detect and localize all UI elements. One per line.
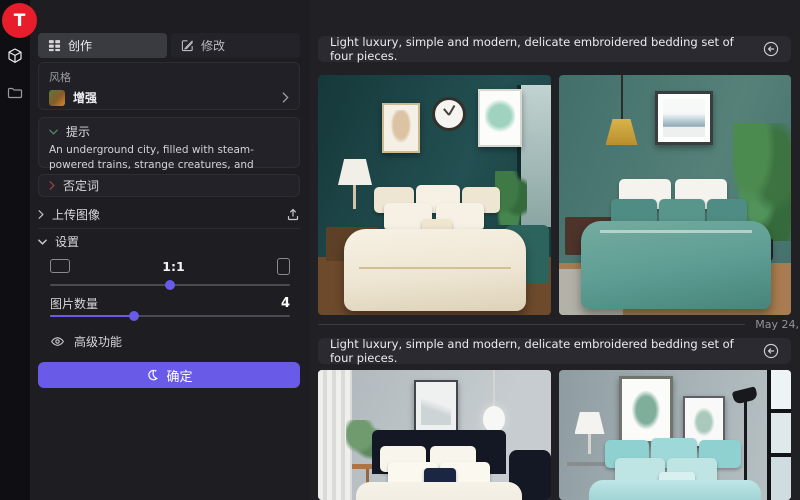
app-rail: T xyxy=(0,0,30,500)
duvet xyxy=(356,482,522,500)
lamp-stem xyxy=(353,185,356,209)
reuse-prompt-icon[interactable] xyxy=(763,343,779,359)
magic-moon-icon xyxy=(145,368,159,382)
result-caption: Light luxury, simple and modern, delicat… xyxy=(330,35,749,63)
eye-icon xyxy=(50,334,65,349)
lamp-cord xyxy=(621,75,623,121)
white-pendant-lamp xyxy=(483,406,505,432)
wall-clock xyxy=(432,97,466,131)
window xyxy=(767,370,791,500)
art-print xyxy=(485,96,515,140)
image-count-label: 图片数量 xyxy=(50,295,281,312)
negative-words-section[interactable]: 否定词 xyxy=(38,174,300,197)
wall-art xyxy=(414,380,458,432)
tab-create-label: 创作 xyxy=(68,37,92,54)
chevron-down-icon xyxy=(38,239,47,245)
results-area: Light luxury, simple and modern, delicat… xyxy=(310,0,800,500)
aspect-ratio-slider[interactable] xyxy=(50,280,290,290)
art-print xyxy=(628,385,664,435)
style-section[interactable]: 风格 增强 xyxy=(38,62,300,110)
chevron-right-icon xyxy=(38,210,44,219)
upload-image-section[interactable]: 上传图像 xyxy=(38,203,300,225)
wall-art-leaf xyxy=(478,89,522,147)
image-row xyxy=(318,370,791,500)
divider xyxy=(318,324,745,325)
count-slider-thumb[interactable] xyxy=(129,311,139,321)
image-count-value: 4 xyxy=(281,296,290,311)
generated-image-3[interactable] xyxy=(318,370,551,500)
advanced-features-row[interactable]: 高级功能 xyxy=(50,333,122,350)
avatar[interactable]: T xyxy=(2,3,37,38)
date-label: May 24, xyxy=(755,318,800,331)
aspect-ratio-row: 1:1 xyxy=(50,255,290,277)
chevron-down-icon xyxy=(49,129,58,135)
upload-icon[interactable] xyxy=(286,207,300,221)
settings-label: 设置 xyxy=(55,233,79,250)
wall-art-abstract xyxy=(655,91,713,145)
advanced-features-label: 高级功能 xyxy=(74,333,122,350)
style-value: 增强 xyxy=(73,89,274,106)
duvet xyxy=(581,221,771,309)
prompt-section[interactable]: 提示 An underground city, filled with stea… xyxy=(38,117,300,168)
landscape-ratio-icon[interactable] xyxy=(50,259,70,273)
image-count-slider[interactable] xyxy=(50,311,290,321)
settings-section-header[interactable]: 设置 xyxy=(38,233,79,250)
reuse-prompt-icon[interactable] xyxy=(763,41,779,57)
wall-art-leaf xyxy=(619,376,673,444)
result-caption-bar: Light luxury, simple and modern, delicat… xyxy=(318,36,791,62)
duvet xyxy=(589,480,761,500)
edit-pencil-icon xyxy=(181,39,194,52)
chevron-right-icon xyxy=(49,181,55,190)
art-print xyxy=(389,110,413,146)
art-print xyxy=(421,387,451,425)
date-divider-row: May 24, xyxy=(318,316,800,332)
art-print xyxy=(663,99,705,137)
art-print xyxy=(690,403,718,441)
divider xyxy=(38,228,300,229)
portrait-ratio-icon[interactable] xyxy=(277,258,290,275)
style-label: 风格 xyxy=(49,69,289,85)
tab-modify-label: 修改 xyxy=(201,37,225,54)
result-caption: Light luxury, simple and modern, delicat… xyxy=(330,337,749,365)
aspect-ratio-value: 1:1 xyxy=(162,259,184,274)
generated-image-4[interactable] xyxy=(559,370,792,500)
generated-image-1[interactable] xyxy=(318,75,551,315)
confirm-button-label: 确定 xyxy=(166,366,192,385)
generated-image-2[interactable] xyxy=(559,75,792,315)
lamp-stem xyxy=(588,434,591,454)
aspect-slider-thumb[interactable] xyxy=(165,280,175,290)
tab-create[interactable]: 创作 xyxy=(38,33,167,58)
prompt-label: 提示 xyxy=(66,123,90,140)
tab-modify[interactable]: 修改 xyxy=(171,33,300,58)
result-caption-bar: Light luxury, simple and modern, delicat… xyxy=(318,338,791,364)
duvet xyxy=(344,229,526,311)
grid-icon xyxy=(48,39,61,52)
generation-panel: 创作 修改 风格 增强 提示 An underground city, fill… xyxy=(30,0,310,500)
cube-3d-icon[interactable] xyxy=(6,47,24,65)
wall-art-feather xyxy=(382,103,420,153)
side-table xyxy=(567,462,611,466)
upload-image-label: 上传图像 xyxy=(52,206,278,223)
lamp-cord xyxy=(493,370,495,408)
count-slider-fill xyxy=(50,315,134,317)
confirm-button[interactable]: 确定 xyxy=(38,362,300,388)
mode-tabs: 创作 修改 xyxy=(38,33,300,58)
style-thumbnail xyxy=(49,90,65,106)
folder-icon[interactable] xyxy=(6,84,24,102)
image-count-row: 图片数量 4 xyxy=(50,295,290,312)
negative-words-label: 否定词 xyxy=(63,177,99,194)
chevron-right-icon xyxy=(282,92,289,103)
image-row xyxy=(318,75,791,315)
